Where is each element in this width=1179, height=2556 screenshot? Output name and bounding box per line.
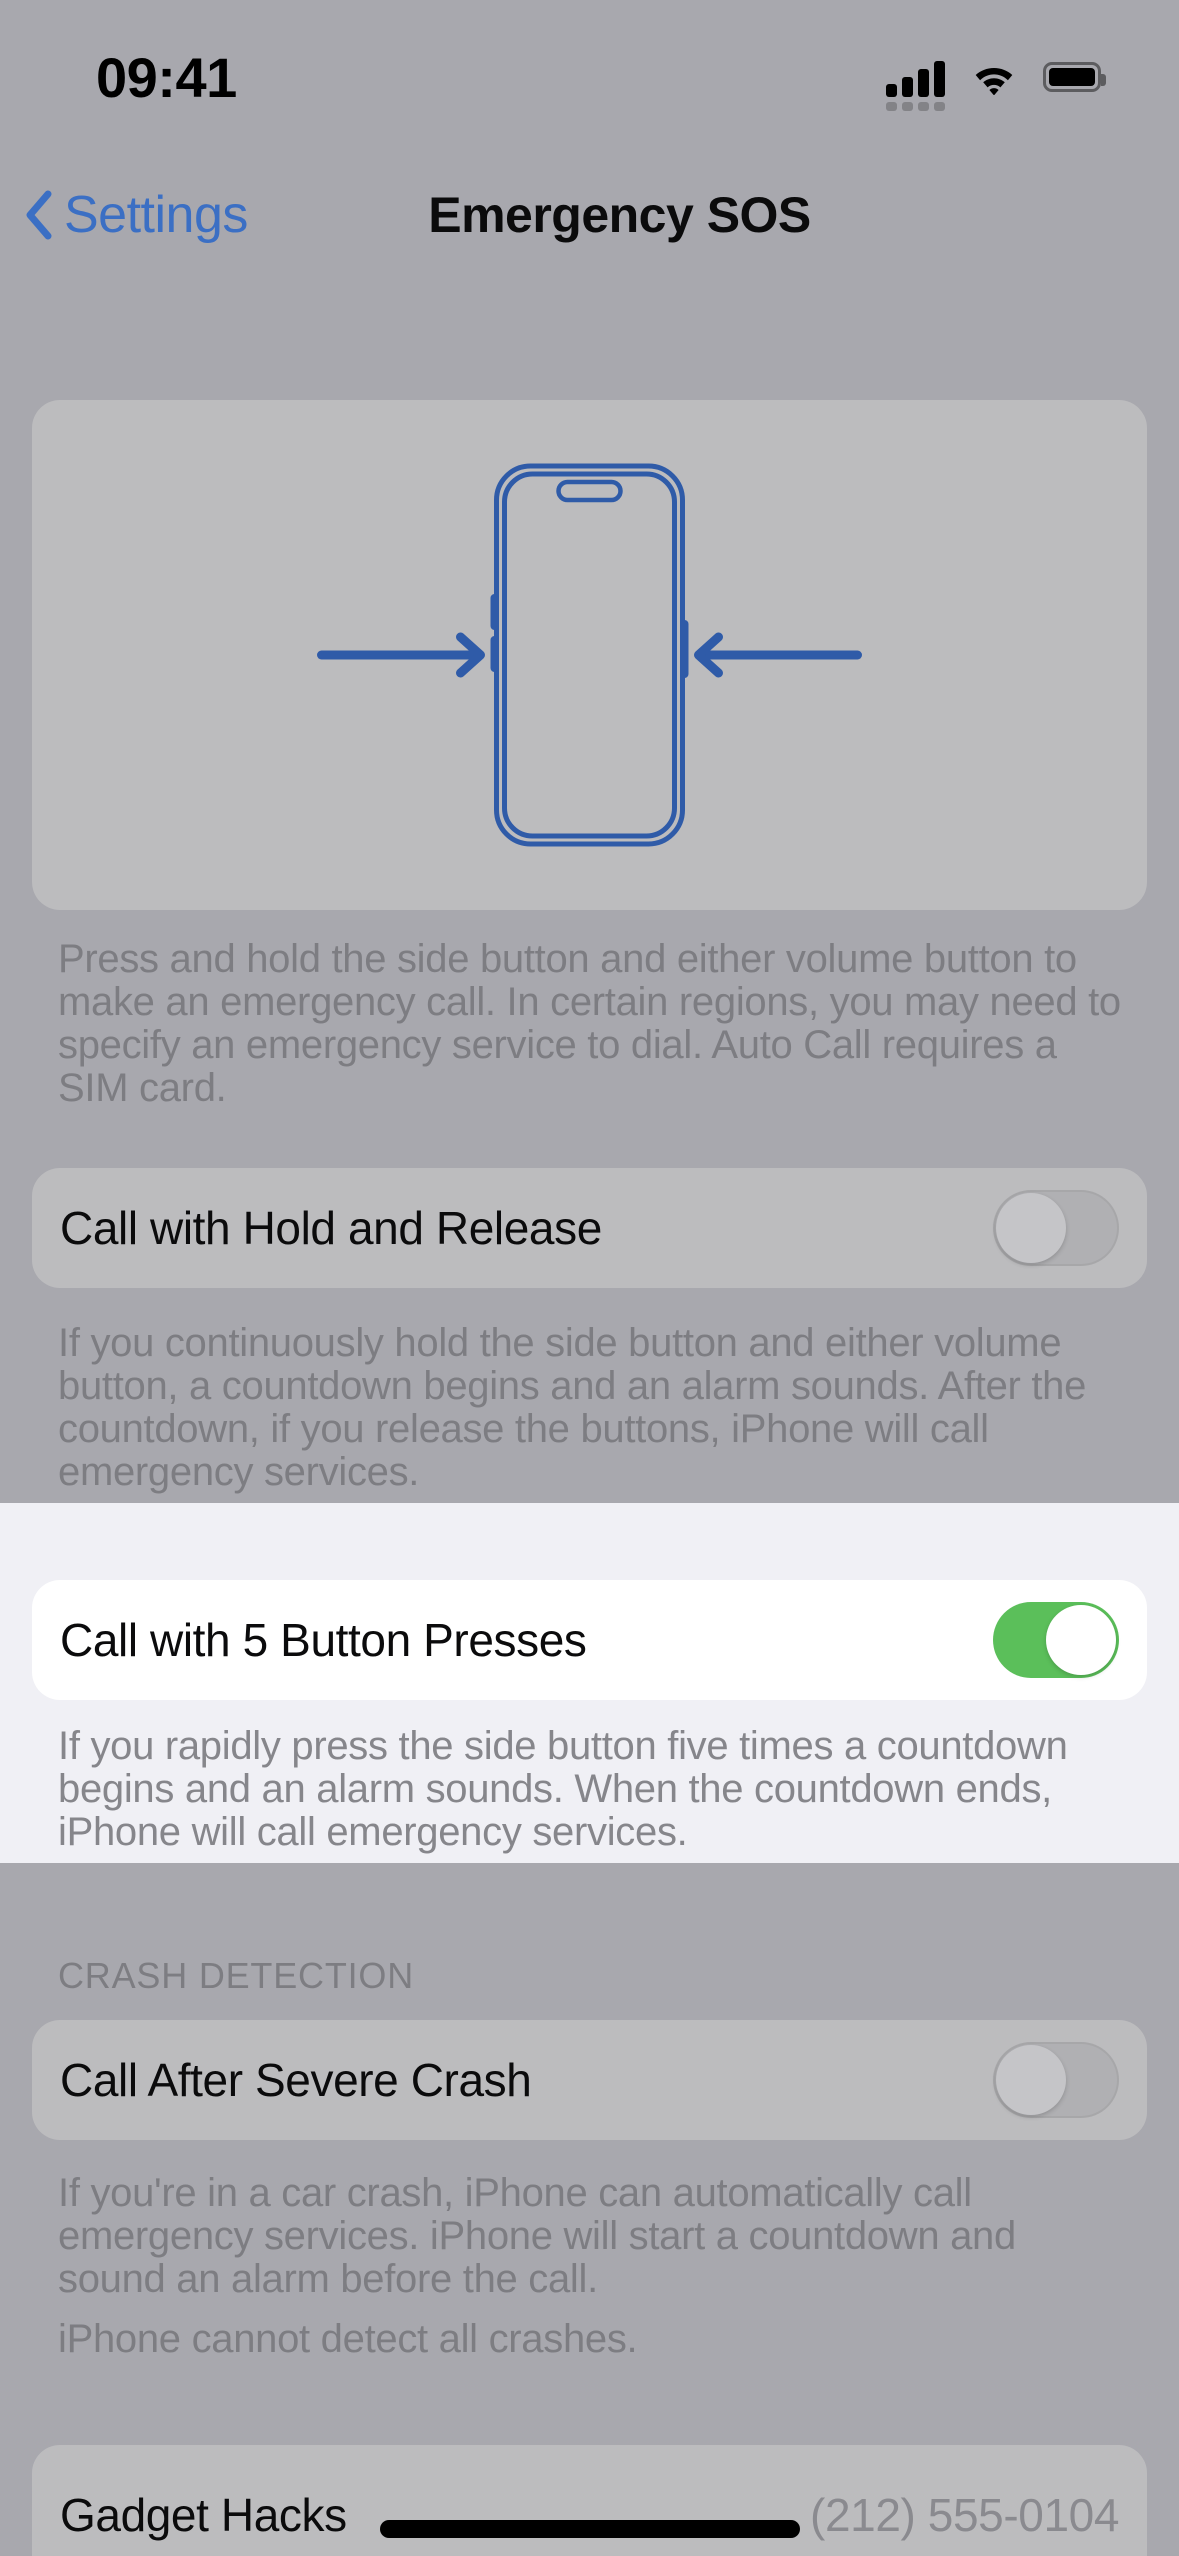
row-call-with-hold-and-release[interactable]: Call with Hold and Release [32,1168,1147,1288]
settings-content: Press and hold the side button and eithe… [0,0,1179,2556]
iphone-side-buttons-illustration [317,463,862,847]
list-item-emergency-contact[interactable]: Gadget Hacks (212) 555-0104 [32,2445,1147,2556]
toggle-call-after-severe-crash[interactable] [993,2042,1119,2118]
toggle-call-with-hold-and-release[interactable] [993,1190,1119,1266]
toggle-knob [1046,1605,1116,1675]
row-label-severe-crash: Call After Severe Crash [60,2054,532,2106]
row-call-after-severe-crash[interactable]: Call After Severe Crash [32,2020,1147,2140]
hold-release-footnote: If you continuously hold the side button… [58,1321,1087,1494]
crash-detection-footnote-secondary: iPhone cannot detect all crashes. [58,2317,638,2361]
contact-phone: (212) 555-0104 [810,2489,1119,2541]
highlighted-section: Call with 5 Button Presses If you rapidl… [0,1503,1179,1863]
intro-footnote: Press and hold the side button and eithe… [58,937,1121,1110]
illustration-card [32,400,1147,910]
row-call-with-5-button-presses[interactable]: Call with 5 Button Presses [32,1580,1147,1700]
toggle-knob [996,1193,1066,1263]
five-presses-footnote: If you rapidly press the side button fiv… [58,1724,1068,1854]
toggle-call-with-5-button-presses[interactable] [993,1602,1119,1678]
contact-name: Gadget Hacks [60,2489,347,2541]
iphone-screen: 09:41 Settings Emergency SOS Press and h… [0,0,1179,2556]
crash-detection-footnote: If you're in a car crash, iPhone can aut… [58,2171,1016,2301]
home-indicator[interactable] [379,2520,800,2538]
toggle-knob [996,2045,1066,2115]
section-header-crash-detection: CRASH DETECTION [58,1955,415,1996]
row-label-hold-release: Call with Hold and Release [60,1202,602,1254]
row-label-five-presses: Call with 5 Button Presses [60,1614,587,1666]
